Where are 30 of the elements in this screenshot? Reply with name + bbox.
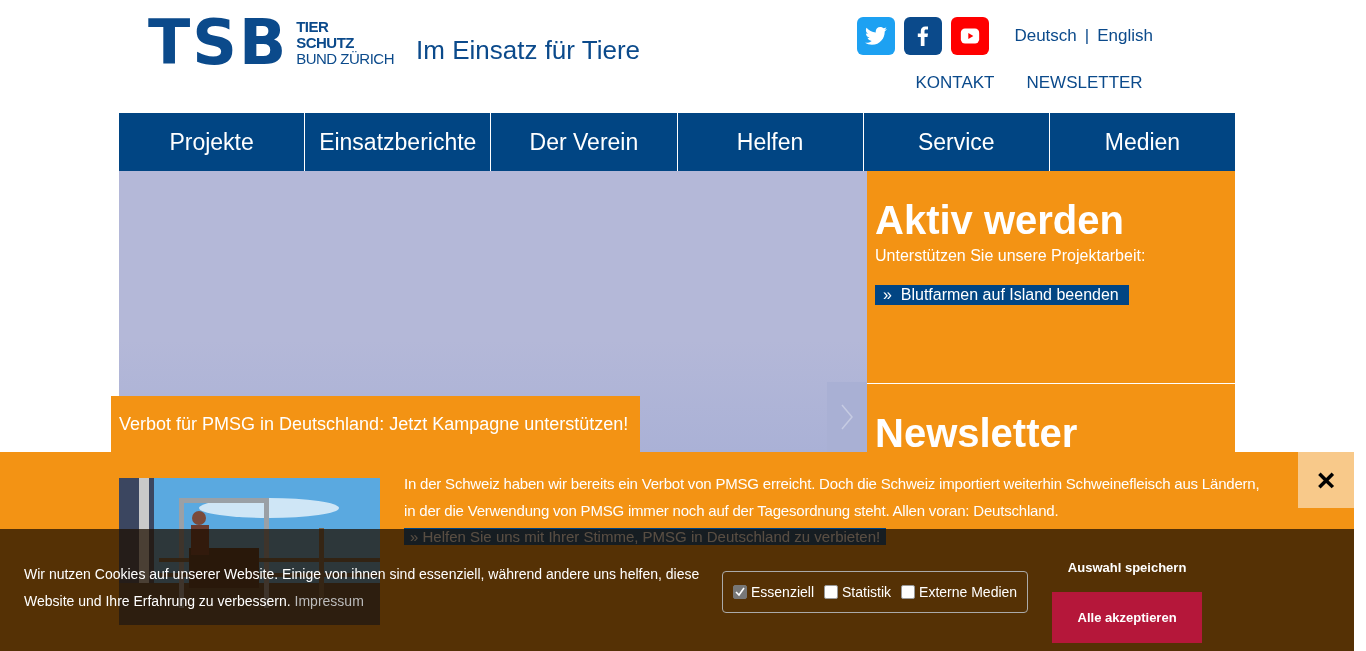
language-separator: | [1084,26,1090,46]
play-icon[interactable] [951,17,990,55]
save-selection-button[interactable]: Auswahl speichern [1067,557,1187,577]
logo-name-line: BUND ZÜRICH [296,51,395,67]
close-button[interactable]: × [1298,452,1354,508]
checkbox-label: Externe Medien [919,584,1018,600]
top-link[interactable]: NEWSLETTER [1026,73,1143,93]
impressum-link[interactable]: Impressum [294,593,364,609]
popup-text: In der Schweiz haben wir bereits ein Verbot von PMSG erreicht. Doch die Schweiz importiert weiterhin Schweinefleisch aus Ländern, in der die Verwendung von PMSG immer noch auf der Tagesordnung steht. Allen voran: Deutschland. [404,474,1261,521]
panel-text: Unterstützen Sie unsere Projektarbeit: [875,247,1147,265]
panel-title: Aktiv werden [875,197,1125,243]
language-link[interactable]: English [1097,26,1153,46]
checkbox-label: Essenziell [751,584,815,600]
chevron-right-icon [840,403,854,431]
checkbox[interactable] [901,585,916,599]
checkbox-label: Statistik [842,584,892,600]
accept-all-button[interactable]: Alle akzeptieren [1052,592,1203,643]
f-logo-icon[interactable] [904,17,943,55]
panel-link[interactable]: » Blutfarmen auf Island beenden [875,285,1129,305]
checkbox[interactable] [824,585,839,599]
logo-name-line: TIER [296,19,330,35]
nav-item[interactable]: Projekte [119,113,305,171]
bird-icon[interactable] [857,17,896,55]
top-link[interactable]: KONTAKT [915,73,995,93]
panel-title: Newsletter [875,410,1079,456]
logo-letters[interactable]: TSB [148,17,289,69]
logo-name-line: SCHUTZ [296,35,356,51]
tagline: Im Einsatz für Tiere [416,34,640,66]
language-link[interactable]: Deutsch [1014,26,1077,46]
cookie-text: Wir nutzen Cookies auf unserer Website. Einige von ihnen sind essenziell, während andere uns helfen, diese Website und Ihre Erfahrung zu verbessern. Impressum [24,565,701,611]
